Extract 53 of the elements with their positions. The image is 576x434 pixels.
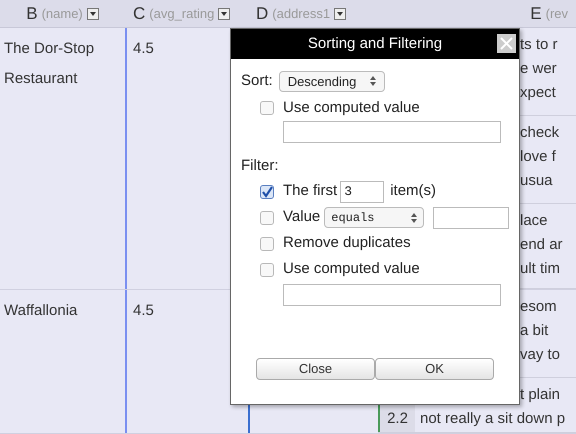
checkbox[interactable] [260, 184, 274, 198]
check-icon [261, 186, 273, 198]
score-cell-text: 2.2 [386, 409, 409, 429]
name-cell-text: The Dor-Stop [4, 39, 96, 59]
column-header[interactable]: C (avg_rating [125, 0, 248, 27]
sort-select[interactable]: Descending [278, 70, 386, 92]
column-header[interactable]: D (address1 [248, 0, 500, 27]
dropdown-icon[interactable] [86, 8, 99, 20]
close-icon[interactable] [497, 34, 516, 53]
dropdown-icon[interactable] [218, 8, 230, 20]
name-cell-text: Waffallonia [4, 301, 78, 321]
rating-cell-text: 4.5 [133, 302, 154, 319]
column-header[interactable]: E (rev [500, 0, 576, 27]
checkbox-label: Remove duplicates [283, 233, 411, 254]
rating-cell-text: 4.5 [133, 40, 154, 57]
review-text: xpect [520, 83, 557, 103]
checkbox[interactable] [260, 100, 274, 115]
operator-select[interactable]: equals [324, 207, 424, 228]
computed-value-field[interactable] [283, 284, 501, 306]
checkbox[interactable] [260, 210, 274, 224]
name-cell-text: Restaurant [4, 69, 78, 89]
review-text: check [520, 123, 560, 143]
sort-label: Sort: [241, 71, 273, 91]
updown-arrows-icon [370, 76, 376, 86]
computed-value-field[interactable] [283, 121, 501, 143]
checkbox[interactable] [260, 262, 274, 276]
checkbox-label: Use computed value [283, 98, 420, 118]
value-field[interactable] [433, 206, 509, 228]
count-field[interactable]: 3 [340, 180, 384, 202]
checkbox-label: Value [283, 207, 320, 228]
review-text: ts to r [520, 35, 558, 55]
review-text: a bit [520, 321, 550, 341]
dialog-title: Sorting and Filtering [306, 34, 444, 54]
review-text: not really a sit down p [420, 409, 566, 429]
checkbox-label: Use computed value [283, 259, 420, 280]
checkbox-label: The first [283, 181, 338, 202]
review-text: vay to [520, 345, 560, 365]
review-text: esom [520, 297, 558, 317]
review-text: usua [520, 171, 554, 191]
review-text: end ar [520, 235, 563, 255]
filter-label: Filter: [241, 156, 280, 176]
dialog-button[interactable]: Close [256, 358, 375, 380]
review-text: t plain [520, 385, 562, 405]
suffix-label: item(s) [390, 181, 436, 202]
column-header[interactable]: B (name) [0, 0, 125, 27]
dialog-button[interactable]: OK [375, 358, 494, 380]
review-text: lace [520, 211, 549, 231]
updown-arrows-icon [411, 212, 418, 222]
review-text: e wer [520, 59, 558, 79]
dropdown-icon[interactable] [334, 8, 346, 20]
review-text: love f [520, 147, 557, 167]
checkbox[interactable] [260, 236, 274, 250]
review-text: ult tim [520, 259, 562, 279]
